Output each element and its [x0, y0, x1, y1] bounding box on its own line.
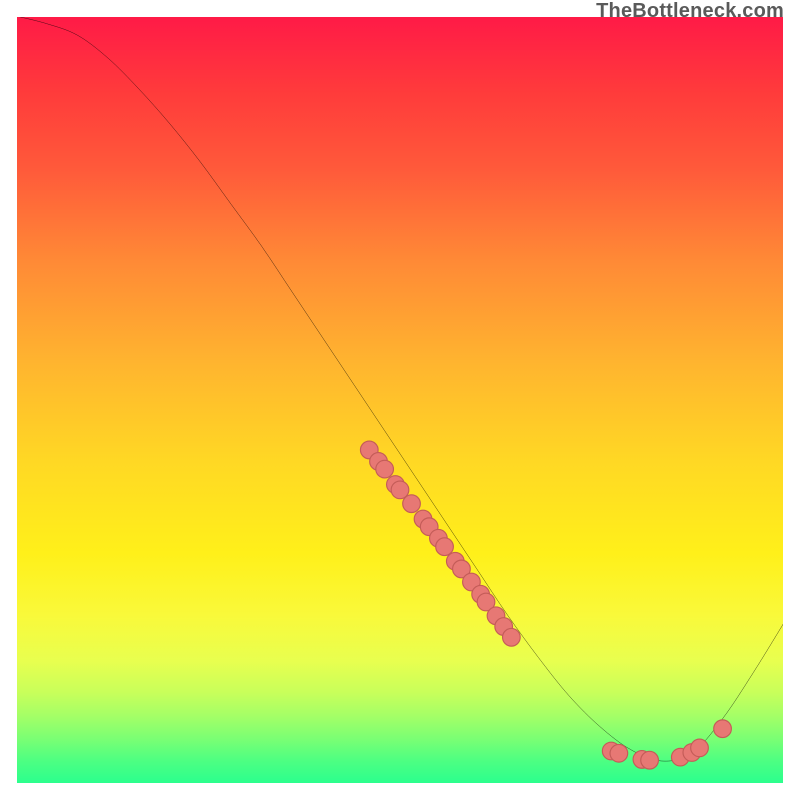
gradient-background [16, 16, 784, 784]
plot-area [16, 16, 784, 784]
chart-container: TheBottleneck.com [0, 0, 800, 800]
watermark-text: TheBottleneck.com [596, 0, 784, 23]
